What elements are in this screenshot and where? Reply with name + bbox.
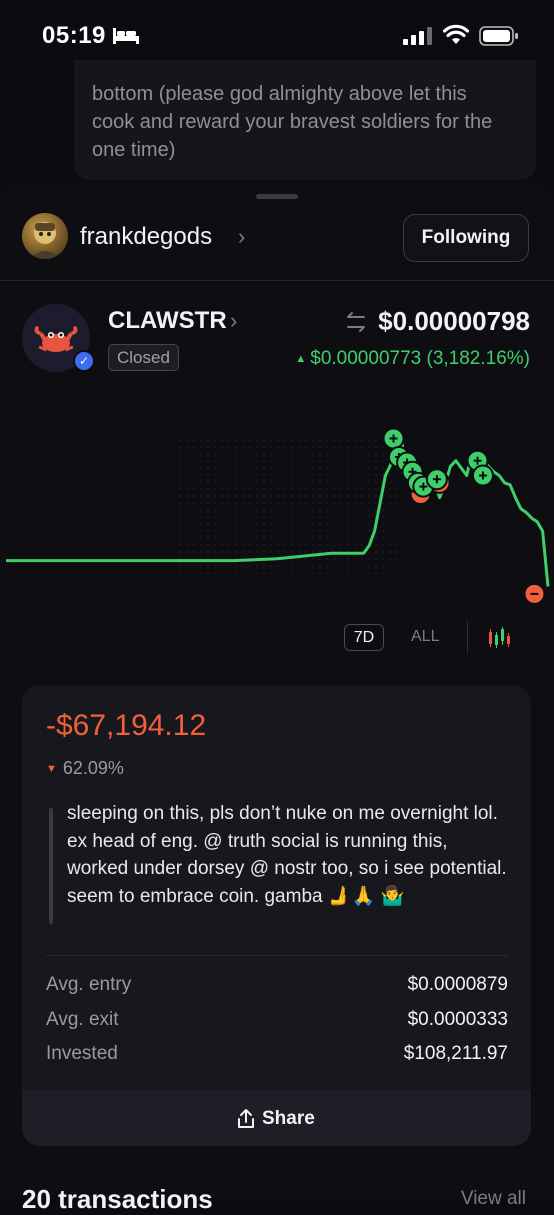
- sheet-drag-handle[interactable]: [256, 194, 298, 199]
- divider: [0, 280, 554, 281]
- down-triangle-icon: ▼: [46, 763, 57, 775]
- price-change-value: $0.00000773 (3,182.16%): [310, 348, 530, 369]
- transactions-title: 20 transactions: [22, 1184, 213, 1214]
- pnl-percent-value: 62.09%: [62, 758, 124, 778]
- username[interactable]: frankdegods: [80, 223, 212, 251]
- price-line: [6, 433, 550, 587]
- chevron-right-icon[interactable]: ›: [230, 308, 237, 334]
- following-button[interactable]: Following: [403, 214, 529, 262]
- wifi-icon: [443, 24, 469, 44]
- pnl-value: -$67,194.12: [46, 709, 207, 742]
- status-time: 05:19: [42, 22, 106, 49]
- divider: [467, 621, 468, 653]
- token-ticker[interactable]: CLAWSTR: [108, 307, 227, 335]
- price-chart[interactable]: [0, 410, 554, 615]
- trade-note: sleeping on this, pls don’t nuke on me o…: [67, 803, 507, 907]
- swap-arrows-icon[interactable]: [344, 311, 368, 333]
- share-icon: [238, 1109, 254, 1128]
- timeframe-all-button[interactable]: ALL: [411, 628, 439, 646]
- cellular-signal-icon: [403, 27, 432, 45]
- status-badge: Closed: [108, 344, 179, 371]
- avg-exit-value: $0.0000333: [407, 1009, 508, 1030]
- avg-entry-label: Avg. entry: [46, 974, 132, 995]
- sleep-focus-icon: [113, 28, 139, 44]
- avg-entry-value: $0.0000879: [407, 974, 508, 995]
- share-label: Share: [262, 1108, 315, 1129]
- invested-value: $108,211.97: [403, 1043, 508, 1064]
- buy-marker[interactable]: [382, 427, 405, 450]
- position-card: [22, 685, 531, 1146]
- up-triangle-icon: ▲: [295, 353, 307, 365]
- pnl-percent: ▼ 62.09%: [46, 758, 124, 779]
- chevron-right-icon[interactable]: ›: [238, 224, 245, 250]
- avg-exit-label: Avg. exit: [46, 1009, 119, 1030]
- share-button[interactable]: Share: [236, 1106, 315, 1132]
- divider: [46, 955, 508, 956]
- buy-marker[interactable]: [425, 468, 448, 491]
- price-change: ▲ $0.00000773 (3,182.16%): [295, 348, 530, 370]
- token-price: $0.00000798: [378, 306, 530, 336]
- sell-marker[interactable]: [523, 582, 546, 605]
- previous-post-text: bottom (please god almighty above let th…: [92, 83, 493, 161]
- battery-icon: [479, 26, 518, 46]
- user-avatar[interactable]: [22, 213, 68, 259]
- invested-label: Invested: [46, 1043, 118, 1064]
- candlestick-chart-icon[interactable]: [487, 626, 513, 648]
- verified-badge-icon: ✓: [73, 350, 95, 372]
- view-all-link[interactable]: View all: [461, 1188, 526, 1210]
- buy-marker[interactable]: [471, 464, 494, 487]
- quote-bar: [49, 808, 53, 924]
- timeframe-7d-button[interactable]: 7D: [344, 624, 384, 651]
